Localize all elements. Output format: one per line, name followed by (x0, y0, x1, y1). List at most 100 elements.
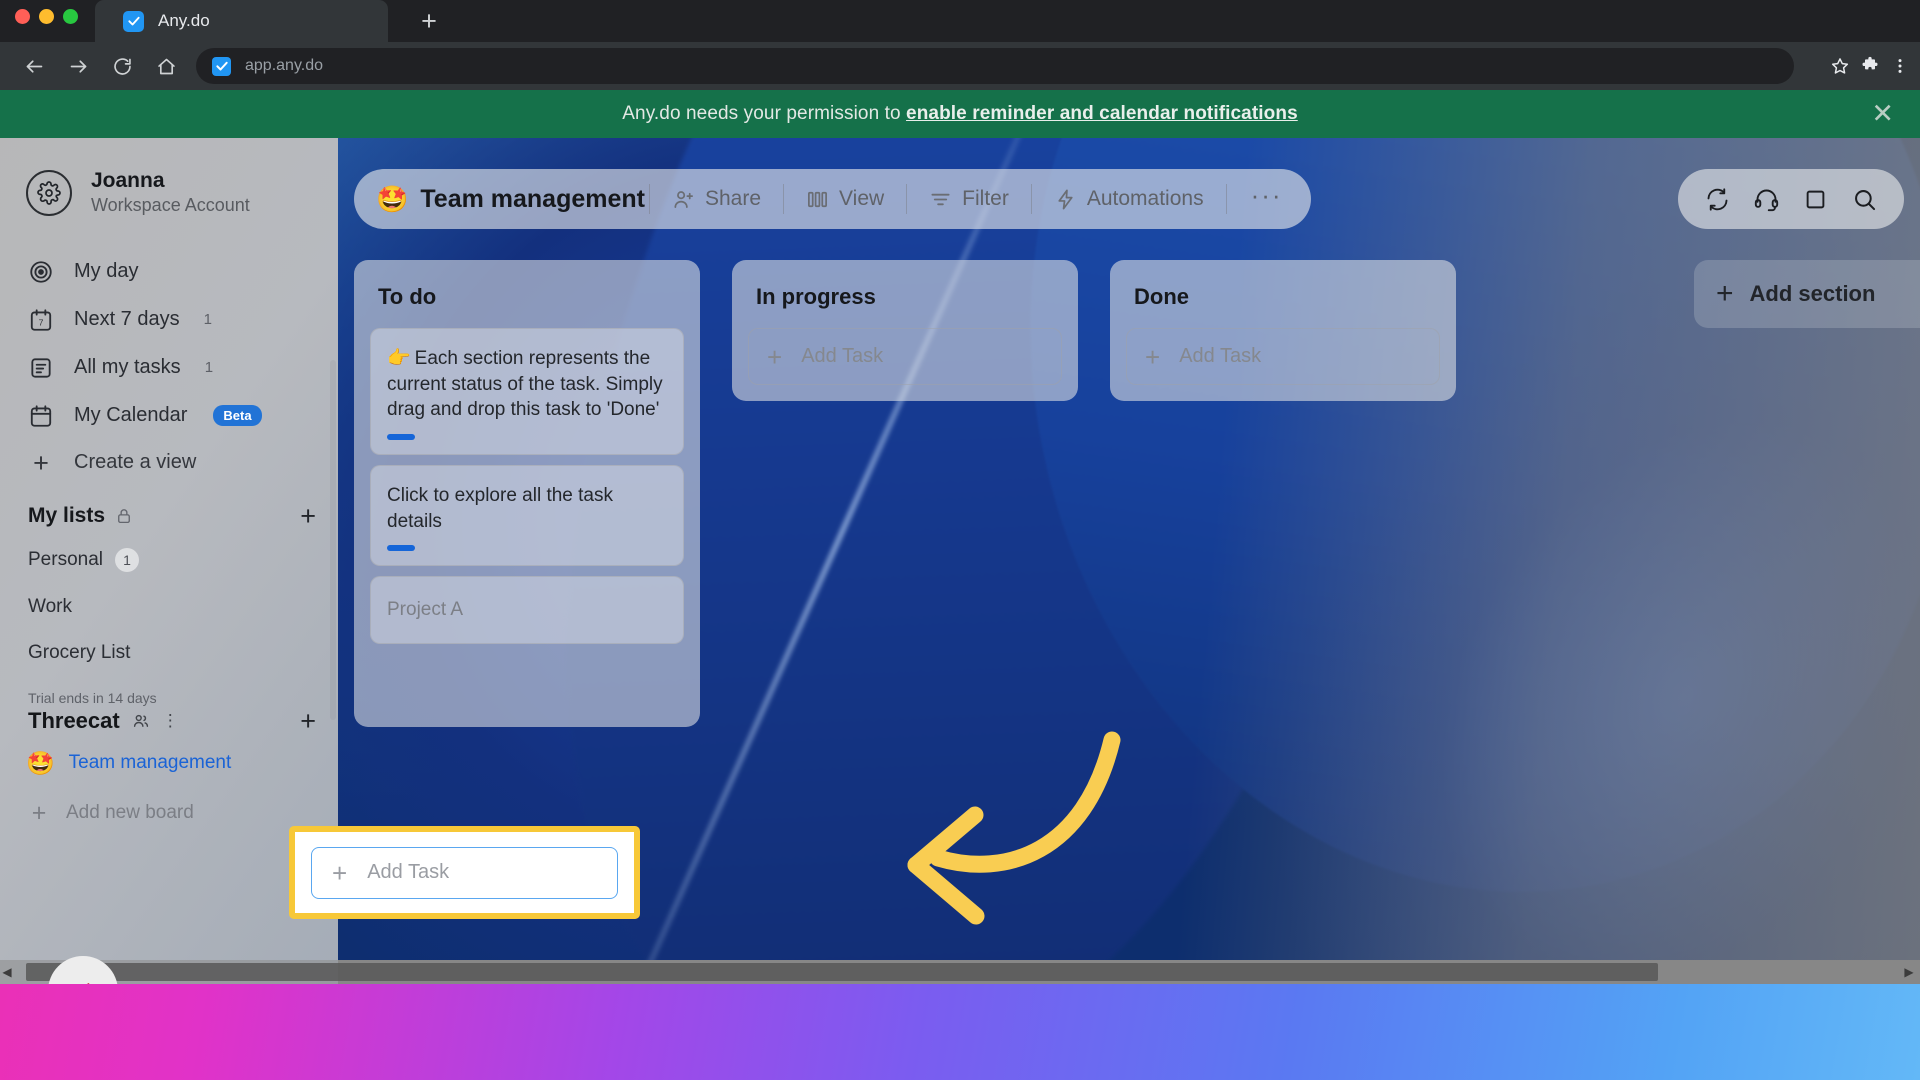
column-title-done: Done (1134, 284, 1189, 309)
add-workspace-item-button[interactable]: + (300, 707, 316, 734)
add-task-label: Add Task (367, 861, 450, 883)
kebab-menu-icon[interactable]: ⋮ (162, 712, 180, 729)
sidebar-count-all-my-tasks: 1 (204, 359, 214, 377)
app-sidebar: Joanna Workspace Account My day 7 Next 7… (0, 138, 338, 984)
toolbar-divider (1225, 184, 1227, 214)
board-toolbar: 🤩 Team management Share View Filter Auto… (354, 169, 1311, 229)
sidebar-item-all-my-tasks[interactable]: All my tasks 1 (0, 344, 338, 392)
board-column-todo: To do 👉 Each section represents the curre… (354, 260, 700, 727)
bookmark-star-icon[interactable] (1830, 56, 1850, 76)
gear-icon (26, 169, 72, 216)
square-icon[interactable] (1802, 186, 1829, 213)
person-add-icon (672, 188, 695, 211)
browser-window: Any.do + app.any.do Any.do needs your pe… (0, 0, 1920, 984)
anydo-app: Joanna Workspace Account My day 7 Next 7… (0, 138, 1920, 984)
lightning-icon (1054, 188, 1077, 211)
sidebar-list-personal[interactable]: Personal 1 (0, 536, 338, 584)
sidebar-label-next-7-days: Next 7 days (74, 308, 180, 331)
sidebar-item-next-7-days[interactable]: 7 Next 7 days 1 (0, 296, 338, 344)
filter-button[interactable]: Filter (911, 179, 1027, 219)
scrollbar-thumb[interactable] (26, 963, 1658, 981)
add-task-button-done[interactable]: + Add Task (1126, 328, 1440, 385)
search-icon[interactable] (1851, 186, 1878, 213)
add-task-label: Add Task (801, 345, 884, 367)
extensions-puzzle-icon[interactable] (1860, 56, 1880, 76)
add-section-button[interactable]: + Add section (1694, 260, 1920, 328)
svg-text:7: 7 (39, 317, 44, 327)
beta-badge: Beta (213, 405, 262, 427)
calendar-icon (28, 403, 54, 429)
task-card[interactable]: Click to explore all the task details (370, 464, 684, 567)
add-task-input[interactable]: + Add Task (311, 846, 618, 899)
maximize-window-button[interactable] (63, 9, 78, 24)
automations-button[interactable]: Automations (1036, 179, 1222, 219)
workspace-name: Threecat (28, 707, 120, 733)
add-new-board-button[interactable]: + Add new board (0, 789, 338, 837)
banner-message: Any.do needs your permission to enable r… (622, 103, 1297, 125)
sidebar-list-work[interactable]: Work (0, 584, 338, 630)
task-progress-bar (387, 433, 415, 440)
add-section-label: Add section (1749, 281, 1876, 306)
my-lists-title: My lists (28, 503, 106, 527)
plus-icon: + (33, 447, 49, 478)
minimize-window-button[interactable] (39, 9, 54, 24)
sync-icon[interactable] (1704, 186, 1731, 213)
browser-tab-title: Any.do (158, 11, 210, 30)
toolbar-divider (783, 184, 785, 214)
sidebar-item-my-calendar[interactable]: My Calendar Beta (0, 392, 338, 440)
address-bar[interactable]: app.any.do (196, 48, 1794, 84)
share-button[interactable]: Share (654, 179, 779, 219)
plus-icon: + (31, 798, 47, 827)
board-title[interactable]: Team management (420, 185, 645, 214)
banner-close-icon[interactable]: ✕ (1871, 100, 1894, 128)
browser-menu-icon[interactable] (1890, 56, 1910, 76)
filter-icon (929, 188, 952, 211)
add-task-button-todo-highlighted[interactable]: + Add Task (289, 826, 640, 919)
sidebar-label-all-my-tasks: All my tasks (74, 356, 181, 379)
board-emoji-icon: 🤩 (26, 749, 55, 776)
home-icon[interactable] (146, 46, 186, 86)
sidebar-item-my-day[interactable]: My day (0, 248, 338, 296)
lock-icon (115, 507, 133, 525)
reload-icon[interactable] (102, 46, 142, 86)
board-title-emoji-icon: 🤩 (376, 183, 409, 214)
browser-tab-anydo[interactable]: Any.do (95, 0, 388, 42)
add-list-button[interactable]: + (300, 502, 316, 529)
sidebar-list-grocery[interactable]: Grocery List (0, 630, 338, 676)
sidebar-item-create-a-view[interactable]: + Create a view (0, 440, 338, 486)
headset-support-icon[interactable] (1753, 186, 1780, 213)
sidebar-board-team-management[interactable]: 🤩 Team management (0, 738, 338, 789)
view-label: View (839, 187, 885, 210)
more-options-button[interactable]: ··· (1231, 176, 1303, 223)
plus-icon: + (1145, 341, 1161, 372)
my-lists-header: My lists + (0, 486, 338, 536)
people-icon[interactable] (132, 712, 150, 730)
close-window-button[interactable] (15, 9, 30, 24)
trial-notice: Trial ends in 14 days (28, 689, 157, 706)
forward-arrow-icon[interactable] (58, 46, 98, 86)
toolbar-divider (648, 184, 650, 214)
list-label-work: Work (28, 595, 72, 617)
anydo-favicon-icon (123, 10, 144, 32)
scroll-left-arrow-icon[interactable]: ◀ (0, 965, 14, 979)
new-tab-button[interactable]: + (412, 6, 446, 38)
task-card[interactable]: 👉 Each section represents the current sta… (370, 328, 684, 455)
address-bar-url: app.any.do (245, 57, 323, 74)
add-task-button-in-progress[interactable]: + Add Task (748, 328, 1062, 385)
column-title-in-progress: In progress (756, 284, 876, 309)
scroll-right-arrow-icon[interactable]: ▶ (1902, 965, 1916, 979)
plus-icon: + (332, 857, 348, 888)
view-button[interactable]: View (788, 179, 902, 219)
task-card[interactable]: Project A (370, 576, 684, 644)
board-toolbar-right (1678, 169, 1904, 229)
window-traffic-lights[interactable] (15, 9, 78, 24)
back-arrow-icon[interactable] (14, 46, 54, 86)
account-row[interactable]: Joanna Workspace Account (0, 158, 338, 228)
board-label-team-management: Team management (68, 752, 232, 774)
workspace-header: Threecat ⋮ + (0, 707, 338, 738)
banner-enable-link[interactable]: enable reminder and calendar notificatio… (906, 103, 1298, 124)
column-title-todo: To do (378, 284, 437, 309)
sidebar-label-my-day: My day (74, 260, 139, 283)
target-icon (28, 259, 54, 285)
page-horizontal-scrollbar[interactable]: ◀ ▶ (0, 960, 1920, 984)
